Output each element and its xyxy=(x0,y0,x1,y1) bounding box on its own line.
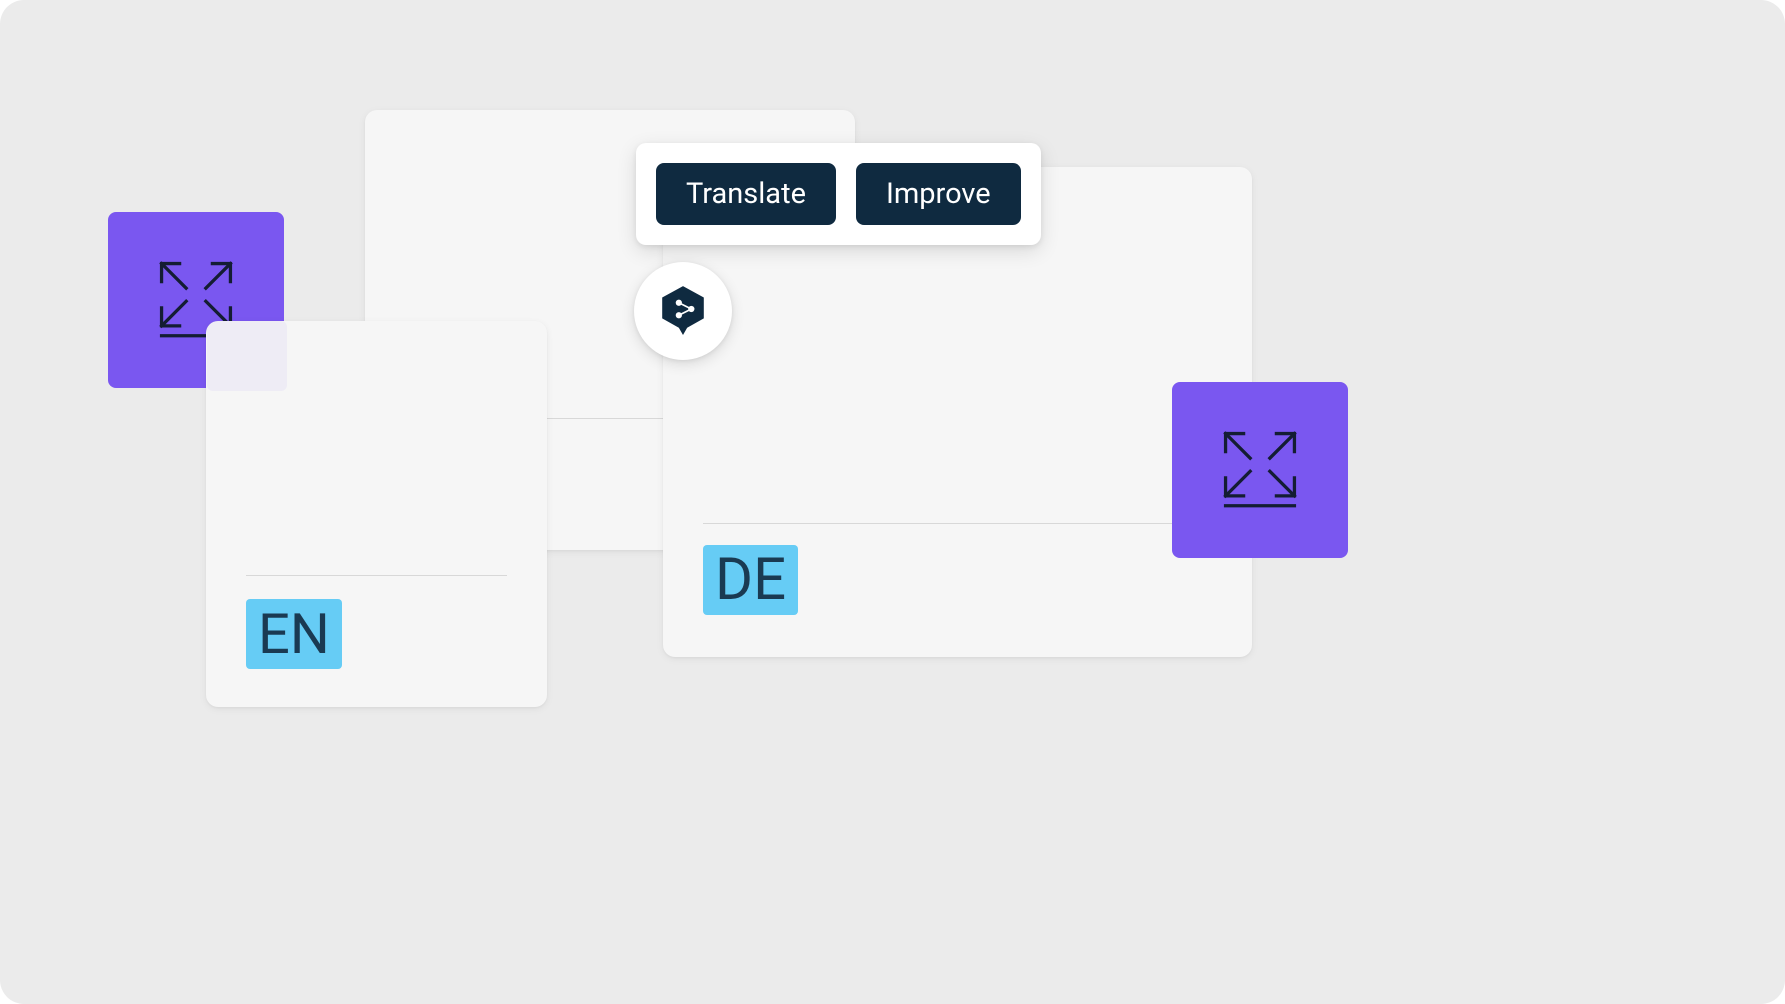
lang-code: DE xyxy=(715,546,786,614)
lang-badge-de: DE xyxy=(703,545,798,615)
improve-button[interactable]: Improve xyxy=(856,163,1021,225)
lang-code: EN xyxy=(258,601,330,667)
translate-button[interactable]: Translate xyxy=(656,163,836,225)
action-toolbar: Translate Improve xyxy=(636,143,1041,245)
expand-icon xyxy=(1219,427,1301,513)
canvas: JA DE EN xyxy=(0,0,1785,1004)
ghost-overlay xyxy=(207,321,287,391)
button-label: Improve xyxy=(886,177,991,211)
card-divider xyxy=(246,575,507,576)
expand-tile-right xyxy=(1172,382,1348,558)
lang-badge-en: EN xyxy=(246,599,342,669)
card-divider xyxy=(703,523,1212,524)
deepl-logo-icon xyxy=(657,283,709,339)
button-label: Translate xyxy=(686,177,806,211)
logo-badge xyxy=(634,262,732,360)
